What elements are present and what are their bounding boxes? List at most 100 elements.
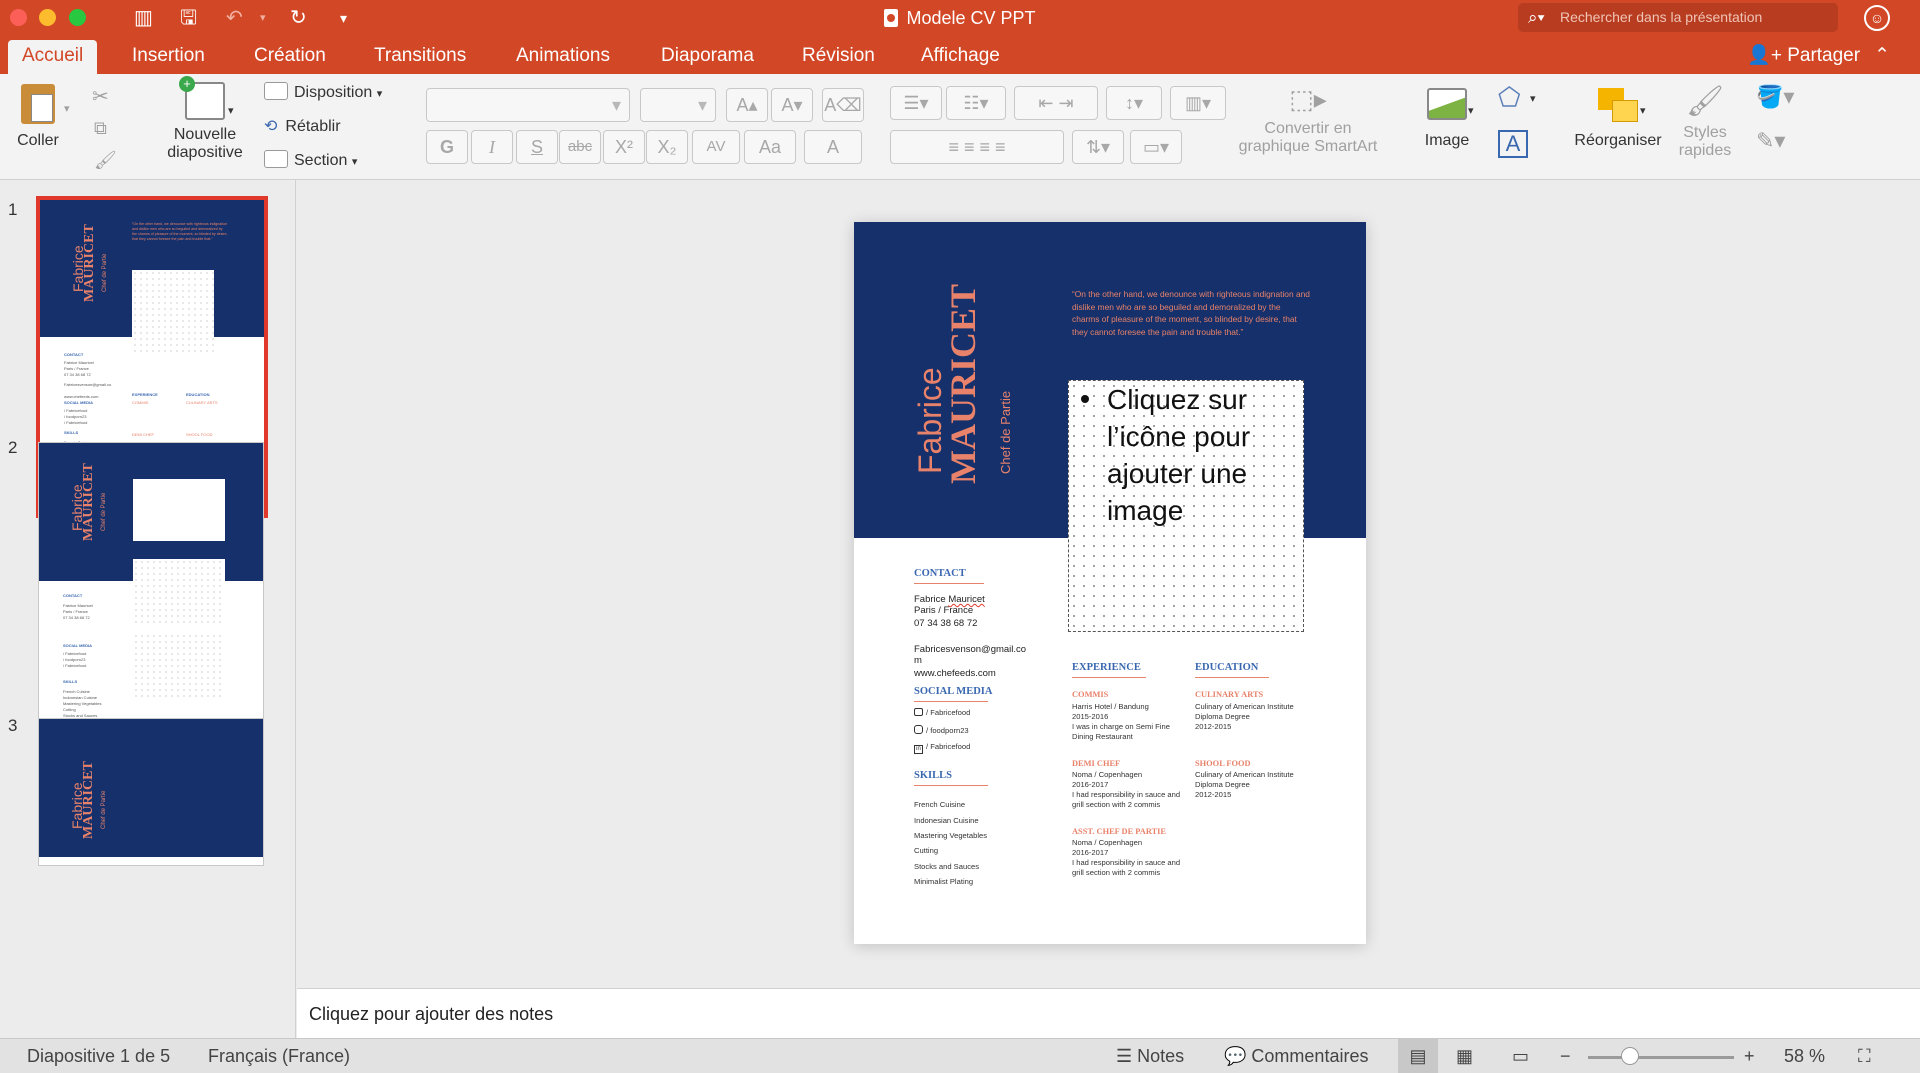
skills-heading[interactable]: SKILLS — [914, 770, 952, 781]
experience-heading[interactable]: EXPERIENCE — [1072, 662, 1141, 673]
cut-icon[interactable]: ✂ — [92, 84, 109, 109]
copy-icon[interactable]: ⧉ — [94, 118, 107, 139]
new-slide-button[interactable]: + Nouvelle diapositive — [165, 76, 245, 162]
paste-button[interactable]: Coller — [10, 84, 66, 150]
exp-commis-line[interactable]: 2015-2016 — [1072, 712, 1108, 722]
slide-last-name[interactable]: MAURICET — [942, 284, 984, 484]
image-button[interactable]: Image — [1412, 88, 1482, 150]
language-indicator[interactable]: Français (France) — [208, 1039, 350, 1073]
edu-culinary-title[interactable]: CULINARY ARTS — [1195, 690, 1263, 699]
arrange-button[interactable]: Réorganiser — [1568, 88, 1668, 150]
tab-transitions[interactable]: Transitions — [360, 40, 480, 74]
share-button[interactable]: 👤+ Partager ⌃ — [1747, 40, 1890, 72]
paste-dropdown-icon[interactable]: ▾ — [64, 102, 70, 115]
skill-item[interactable]: Stocks and Sauces — [914, 862, 979, 872]
exp-asst-chef-line[interactable]: I had responsibility in sauce and — [1072, 858, 1180, 868]
font-family-select[interactable]: ▾ — [426, 88, 630, 122]
social-media-heading[interactable]: SOCIAL MEDIA — [914, 686, 992, 697]
normal-view-icon[interactable]: ▤ — [1398, 1039, 1438, 1073]
edu-culinary-line[interactable]: Culinary of American Institute — [1195, 702, 1294, 712]
exp-asst-chef-title[interactable]: ASST. CHEF DE PARTIE — [1072, 827, 1166, 836]
exp-demi-chef-line[interactable]: grill section with 2 commis — [1072, 800, 1160, 810]
columns-icon[interactable]: ▥▾ — [1170, 86, 1226, 120]
slide-sorter-icon[interactable]: ▦ — [1456, 1039, 1473, 1073]
strikethrough-button[interactable]: abc — [559, 130, 601, 164]
slide-role[interactable]: Chef de Partie — [998, 391, 1013, 474]
zoom-level[interactable]: 58 % — [1784, 1039, 1825, 1073]
bullets-icon[interactable]: ☰▾ — [890, 86, 942, 120]
text-box-icon[interactable]: A — [1498, 130, 1528, 158]
social-item-youtube[interactable]: / Fabricefood — [914, 708, 970, 718]
shapes-icon[interactable]: ⬠ — [1498, 82, 1521, 113]
align-text-icon[interactable]: ▭▾ — [1130, 130, 1182, 164]
slide-thumbnail-3[interactable]: Fabrice MAURICET Chef de Partie — [38, 718, 264, 866]
social-item-linkedin[interactable]: in / Fabricefood — [914, 742, 970, 754]
skill-item[interactable]: French Cuisine — [914, 800, 965, 810]
increase-font-icon[interactable]: A▴ — [726, 88, 768, 122]
skill-item[interactable]: Indonesian Cuisine — [914, 816, 979, 826]
reset-button[interactable]: ⟲ Rétablir — [264, 116, 341, 136]
edu-school-line[interactable]: Diploma Degree — [1195, 780, 1250, 790]
exp-demi-chef-title[interactable]: DEMI CHEF — [1072, 759, 1120, 768]
edu-culinary-line[interactable]: Diploma Degree — [1195, 712, 1250, 722]
subscript-button[interactable]: X₂ — [646, 130, 688, 164]
decrease-font-icon[interactable]: A▾ — [771, 88, 813, 122]
tab-revision[interactable]: Révision — [788, 40, 889, 74]
shapes-dropdown-icon[interactable]: ▾ — [1530, 92, 1536, 105]
italic-button[interactable]: I — [471, 130, 513, 164]
contact-phone[interactable]: 07 34 38 68 72 — [914, 618, 977, 631]
comments-toggle-button[interactable]: 💬 Commentaires — [1224, 1039, 1368, 1073]
tab-diaporama[interactable]: Diaporama — [647, 40, 768, 74]
exp-asst-chef-line[interactable]: Noma / Copenhagen — [1072, 838, 1142, 848]
tab-insertion[interactable]: Insertion — [118, 40, 219, 74]
edu-school-line[interactable]: 2012-2015 — [1195, 790, 1231, 800]
arrange-dropdown-icon[interactable]: ▾ — [1640, 104, 1646, 117]
superscript-button[interactable]: X² — [603, 130, 645, 164]
exp-commis-line[interactable]: I was in charge on Semi Fine — [1072, 722, 1170, 732]
tab-animations[interactable]: Animations — [502, 40, 624, 74]
convert-smartart-button[interactable]: ⬚▸ Convertir en graphique SmartArt — [1228, 82, 1388, 156]
exp-asst-chef-line[interactable]: 2016-2017 — [1072, 848, 1108, 858]
zoom-out-icon[interactable]: − — [1560, 1039, 1571, 1073]
slide-editing-canvas[interactable]: Fabrice MAURICET Chef de Partie “On the … — [297, 180, 1920, 988]
tab-creation[interactable]: Création — [240, 40, 340, 74]
contact-email-wrap[interactable]: m — [914, 655, 922, 668]
image-placeholder[interactable]: Cliquez sur l’icône pour ajouter une ima… — [1068, 380, 1304, 632]
skill-item[interactable]: Cutting — [914, 846, 938, 856]
text-direction-icon[interactable]: ⇅▾ — [1072, 130, 1124, 164]
layout-button[interactable]: Disposition ▾ — [264, 82, 382, 102]
presenter-view-icon[interactable]: ▭ — [1512, 1039, 1529, 1073]
zoom-slider-thumb[interactable] — [1621, 1047, 1639, 1065]
underline-button[interactable]: S — [516, 130, 558, 164]
edu-school-title[interactable]: SHOOL FOOD — [1195, 759, 1251, 768]
quick-styles-button[interactable]: 🖌 Styles rapides — [1664, 84, 1746, 160]
numbering-icon[interactable]: ☷▾ — [946, 86, 1006, 120]
tab-affichage[interactable]: Affichage — [907, 40, 1014, 74]
fit-to-window-icon[interactable]: ⛶ — [1858, 1039, 1871, 1073]
skill-item[interactable]: Mastering Vegetables — [914, 831, 987, 841]
shape-outline-icon[interactable]: ✎▾ — [1756, 128, 1785, 154]
font-color-button[interactable]: A — [804, 130, 862, 164]
contact-website[interactable]: www.chefeeds.com — [914, 668, 996, 681]
contact-heading[interactable]: CONTACT — [914, 568, 966, 579]
bold-button[interactable]: G — [426, 130, 468, 164]
contact-email[interactable]: Fabricesvenson@gmail.co — [914, 644, 1026, 657]
slide-thumbnail-2[interactable]: Fabrice MAURICET Chef de Partie CONTACT … — [38, 442, 264, 758]
contact-city[interactable]: Paris / France — [914, 605, 973, 618]
exp-demi-chef-line[interactable]: 2016-2017 — [1072, 780, 1108, 790]
notes-toggle-button[interactable]: ☰ Notes — [1116, 1039, 1184, 1073]
zoom-slider[interactable] — [1588, 1056, 1734, 1059]
notes-pane[interactable]: Cliquez pour ajouter des notes — [297, 988, 1920, 1038]
zoom-in-icon[interactable]: + — [1744, 1039, 1755, 1073]
slide-quote[interactable]: “On the other hand, we denounce with rig… — [1072, 288, 1310, 338]
clear-formatting-icon[interactable]: A⌫ — [822, 88, 864, 122]
new-slide-dropdown-icon[interactable]: ▾ — [228, 104, 234, 117]
font-size-select[interactable]: ▾ — [640, 88, 716, 122]
current-slide[interactable]: Fabrice MAURICET Chef de Partie “On the … — [854, 222, 1366, 944]
indent-icon[interactable]: ⇤ ⇥ — [1014, 86, 1098, 120]
character-spacing-button[interactable]: AV — [692, 130, 740, 164]
exp-demi-chef-line[interactable]: I had responsibility in sauce and — [1072, 790, 1180, 800]
exp-commis-line[interactable]: Harris Hotel / Bandung — [1072, 702, 1149, 712]
exp-commis-title[interactable]: COMMIS — [1072, 690, 1108, 699]
social-item-instagram[interactable]: / foodporn23 — [914, 725, 969, 736]
